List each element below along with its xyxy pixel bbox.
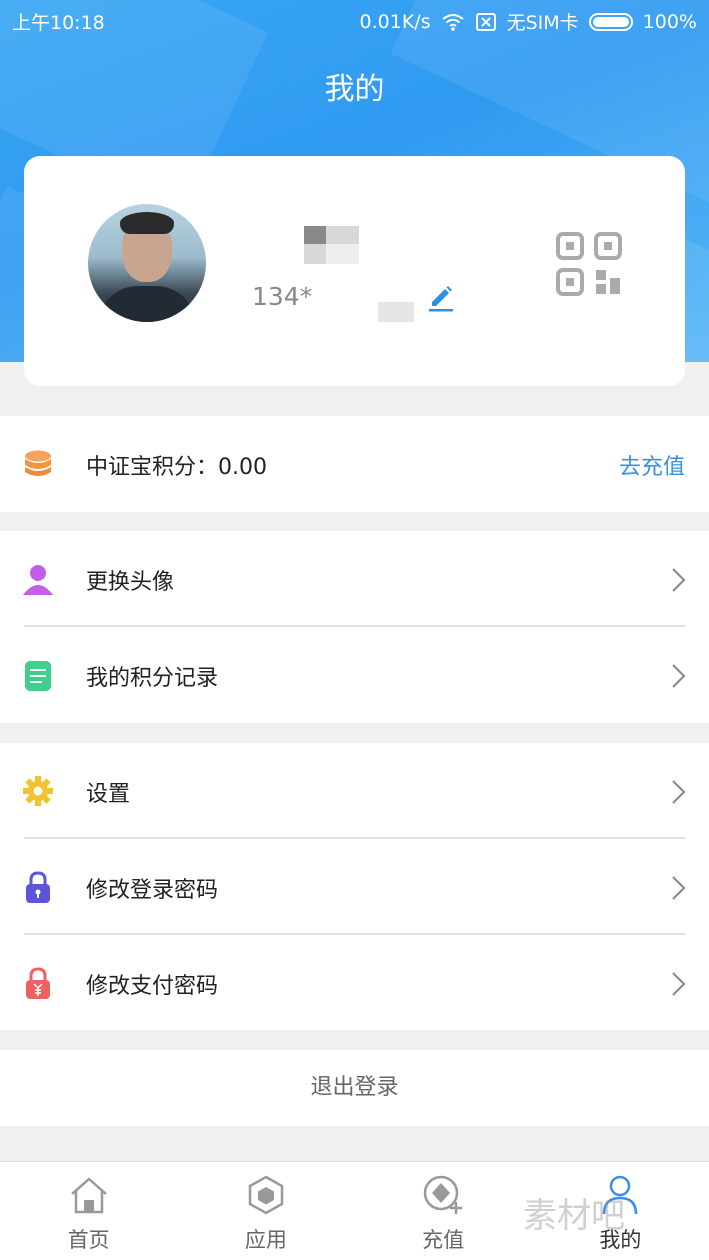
cube-icon <box>248 1175 284 1215</box>
points-label: 中证宝积分：0.00 <box>86 455 267 480</box>
no-sim-icon <box>475 12 496 31</box>
chevron-right-icon <box>672 972 686 996</box>
menu-item-settings[interactable]: 设置 <box>0 743 709 839</box>
tab-label: 应用 <box>244 1228 287 1252</box>
home-icon <box>70 1177 107 1214</box>
tab-home[interactable]: 首页 <box>0 1162 177 1260</box>
chevron-right-icon <box>672 780 686 804</box>
status-right: 0.01K/s 无SIM卡 100% <box>360 8 697 35</box>
user-icon <box>23 565 53 595</box>
menu-item-payment-password[interactable]: 修改支付密码 <box>0 935 709 1031</box>
menu-label: 修改登录密码 <box>86 878 219 903</box>
menu-label: 修改支付密码 <box>86 974 219 999</box>
status-bar: 上午10:18 0.01K/s 无SIM卡 100% <box>0 0 709 40</box>
username-redacted <box>304 226 359 264</box>
menu-label: 设置 <box>86 782 131 807</box>
avatar-hair <box>120 212 174 234</box>
battery-icon <box>588 12 633 31</box>
page-title: 我的 <box>324 72 385 107</box>
payment-lock-icon <box>26 967 50 999</box>
lock-icon <box>26 871 50 903</box>
phone-redacted <box>378 302 414 322</box>
menu-label: 我的积分记录 <box>86 666 219 691</box>
menu-item-points-record[interactable]: 我的积分记录 <box>0 627 709 723</box>
tab-apps[interactable]: 应用 <box>177 1162 354 1260</box>
profile-card: 134* <box>24 156 685 386</box>
menu-item-change-avatar[interactable]: 更换头像 <box>0 531 709 627</box>
menu-label: 更换头像 <box>86 570 175 595</box>
sim-status: 无SIM卡 <box>506 12 579 34</box>
watermark: 素材吧 <box>523 1196 625 1236</box>
tab-label: 充值 <box>422 1228 465 1252</box>
status-time: 上午10:18 <box>12 12 105 34</box>
avatar-shirt <box>98 286 196 322</box>
go-recharge-link[interactable]: 去充值 <box>619 449 685 481</box>
bottom-tab-bar: 首页 应用 充值 我的 素材吧 <box>0 1161 709 1260</box>
points-row: 中证宝积分：0.00 去充值 <box>0 416 709 512</box>
wifi-icon <box>441 13 464 31</box>
battery-level: 100% <box>642 10 697 33</box>
logout-button[interactable]: 退出登录 <box>0 1050 709 1126</box>
menu-item-login-password[interactable]: 修改登录密码 <box>0 839 709 935</box>
menu-group-1: 更换头像 我的积分记录 <box>0 531 709 723</box>
avatar[interactable] <box>88 204 206 322</box>
chevron-right-icon <box>672 664 686 688</box>
network-speed: 0.01K/s <box>359 10 431 33</box>
phone-number: 134* <box>252 282 313 311</box>
points-panel: 中证宝积分：0.00 去充值 <box>0 416 709 512</box>
qr-code-icon[interactable] <box>556 232 626 298</box>
edit-icon[interactable] <box>426 282 456 312</box>
notepad-icon <box>25 661 51 691</box>
tab-recharge[interactable]: 充值 <box>355 1162 532 1260</box>
tab-label: 首页 <box>67 1228 110 1252</box>
gear-icon <box>23 776 53 806</box>
chevron-right-icon <box>672 876 686 900</box>
menu-group-2: 设置 修改登录密码 修改支付密码 <box>0 743 709 1030</box>
coins-icon <box>25 450 51 476</box>
chevron-right-icon <box>672 568 686 592</box>
recharge-icon <box>423 1175 463 1214</box>
